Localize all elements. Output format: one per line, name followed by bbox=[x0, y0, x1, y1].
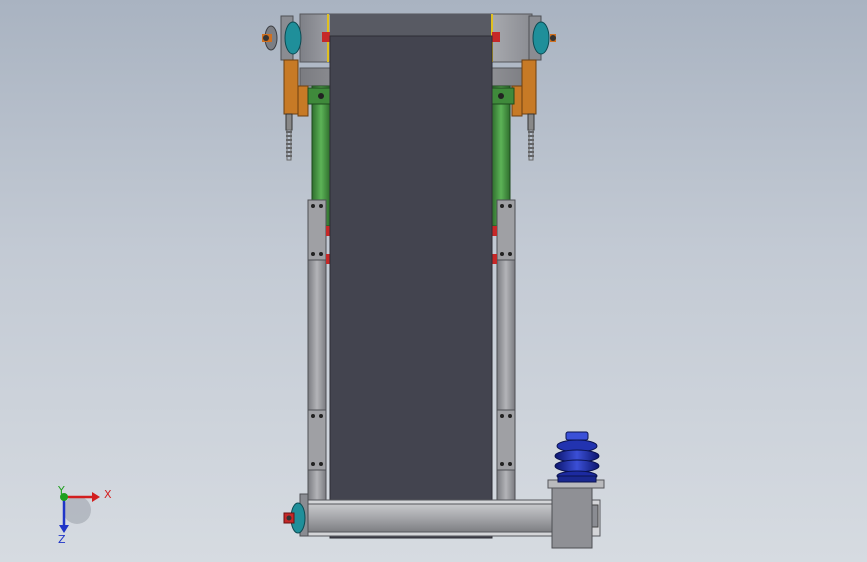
coordinate-triad: X Y Z bbox=[57, 484, 112, 546]
side-frame-left bbox=[307, 199, 331, 501]
conveyor-assembly[interactable] bbox=[262, 13, 605, 549]
side-frame-right bbox=[492, 199, 516, 501]
triad-origin bbox=[63, 496, 91, 524]
conveyor-belt bbox=[329, 35, 493, 539]
x-axis-label: X bbox=[104, 488, 112, 501]
z-axis-label: Z bbox=[58, 533, 66, 546]
bearing-bottom-left bbox=[283, 493, 309, 537]
y-axis-label: Y bbox=[57, 484, 65, 497]
cad-viewport[interactable]: X Y Z bbox=[0, 0, 867, 562]
bearing-top-right bbox=[528, 15, 556, 61]
bearing-top-left bbox=[262, 15, 302, 61]
drive-motor[interactable] bbox=[554, 431, 600, 483]
